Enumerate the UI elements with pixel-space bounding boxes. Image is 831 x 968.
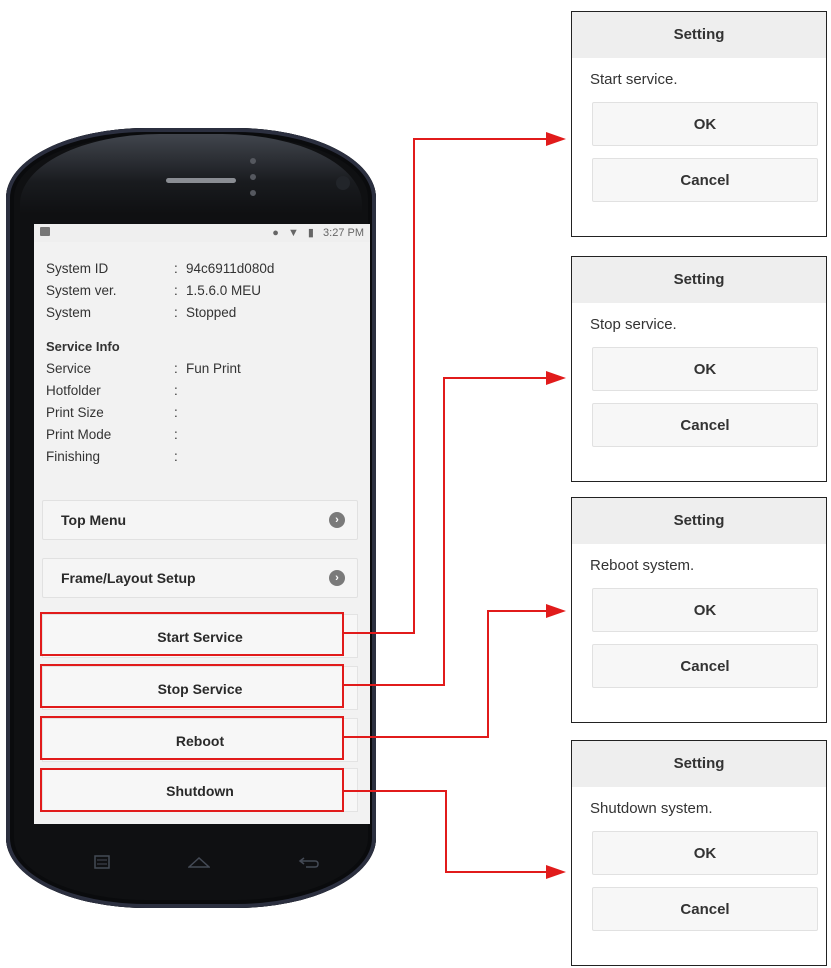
- arrow-start-connector: [344, 138, 548, 634]
- dialog-stop-service: Setting Stop service. OK Cancel: [571, 256, 827, 482]
- dialog-message: Stop service.: [590, 316, 677, 333]
- dialog-reboot: Setting Reboot system. OK Cancel: [571, 497, 827, 723]
- dialog-ok-button[interactable]: OK: [592, 347, 818, 391]
- dialog-ok-button[interactable]: OK: [592, 588, 818, 632]
- dialog-ok-button[interactable]: OK: [592, 831, 818, 875]
- arrow-stop-connector: [344, 377, 548, 686]
- dialog-cancel-button[interactable]: Cancel: [592, 644, 818, 688]
- arrow-head: [546, 604, 566, 618]
- dialog-cancel-button[interactable]: Cancel: [592, 887, 818, 931]
- dialog-title: Setting: [572, 498, 826, 544]
- dialog-title: Setting: [572, 12, 826, 58]
- arrow-head: [546, 132, 566, 146]
- dialog-title: Setting: [572, 741, 826, 787]
- dialog-message: Start service.: [590, 71, 678, 88]
- dialog-start-service: Setting Start service. OK Cancel: [571, 11, 827, 237]
- dialog-message: Shutdown system.: [590, 800, 713, 817]
- arrow-shutdown-connector: [344, 790, 548, 873]
- dialog-title: Setting: [572, 257, 826, 303]
- dialog-message: Reboot system.: [590, 557, 695, 574]
- dialog-cancel-button[interactable]: Cancel: [592, 403, 818, 447]
- arrow-head: [546, 865, 566, 879]
- dialog-ok-button[interactable]: OK: [592, 102, 818, 146]
- dialog-cancel-button[interactable]: Cancel: [592, 158, 818, 202]
- arrow-head: [546, 371, 566, 385]
- arrow-reboot-connector: [344, 610, 548, 738]
- dialog-shutdown: Setting Shutdown system. OK Cancel: [571, 740, 827, 966]
